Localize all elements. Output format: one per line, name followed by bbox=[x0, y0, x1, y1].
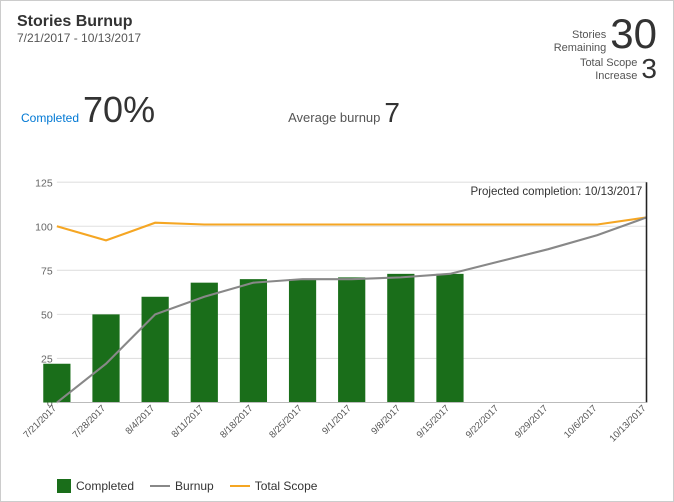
svg-text:75: 75 bbox=[41, 267, 53, 278]
chart-title: Stories Burnup bbox=[17, 13, 141, 31]
svg-text:8/4/2017: 8/4/2017 bbox=[123, 403, 157, 437]
svg-text:7/28/2017: 7/28/2017 bbox=[71, 403, 108, 440]
svg-text:9/29/2017: 9/29/2017 bbox=[513, 403, 550, 440]
svg-text:10/13/2017: 10/13/2017 bbox=[607, 403, 648, 444]
stories-remaining: StoriesRemaining 30 bbox=[554, 13, 657, 55]
svg-text:8/25/2017: 8/25/2017 bbox=[267, 403, 304, 440]
total-scope-value: 3 bbox=[641, 55, 657, 83]
legend-scope: Total Scope bbox=[230, 479, 318, 493]
legend-completed: Completed bbox=[57, 479, 134, 493]
completed-label: Completed bbox=[21, 111, 79, 125]
svg-text:9/15/2017: 9/15/2017 bbox=[415, 403, 452, 440]
svg-text:9/22/2017: 9/22/2017 bbox=[464, 403, 501, 440]
stories-remaining-label: StoriesRemaining bbox=[554, 29, 607, 55]
svg-text:125: 125 bbox=[35, 178, 53, 189]
stats-row: Completed 70% Average burnup 7 bbox=[17, 89, 657, 131]
stories-remaining-value: 30 bbox=[610, 13, 657, 55]
svg-text:7/21/2017: 7/21/2017 bbox=[22, 403, 59, 440]
total-scope-increase: Total ScopeIncrease 3 bbox=[580, 55, 657, 83]
svg-text:10/6/2017: 10/6/2017 bbox=[562, 403, 599, 440]
legend-completed-icon bbox=[57, 479, 71, 493]
stat-burnup: Average burnup 7 bbox=[288, 97, 400, 129]
legend-burnup-label: Burnup bbox=[175, 479, 214, 493]
chart-area: 0255075100125Projected completion: 10/13… bbox=[17, 139, 657, 473]
legend-scope-label: Total Scope bbox=[255, 479, 318, 493]
legend-burnup-icon bbox=[150, 485, 170, 487]
burnup-value: 7 bbox=[384, 97, 400, 129]
legend-completed-label: Completed bbox=[76, 479, 134, 493]
chart-svg: 0255075100125Projected completion: 10/13… bbox=[17, 139, 657, 473]
header-right: StoriesRemaining 30 Total ScopeIncrease … bbox=[554, 13, 657, 83]
svg-text:Projected completion: 10/13/20: Projected completion: 10/13/2017 bbox=[470, 186, 642, 198]
svg-text:9/8/2017: 9/8/2017 bbox=[369, 403, 403, 437]
total-scope-label: Total ScopeIncrease bbox=[580, 57, 637, 83]
stat-completed: Completed 70% bbox=[21, 89, 155, 131]
svg-text:8/11/2017: 8/11/2017 bbox=[169, 403, 206, 440]
completed-value: 70% bbox=[83, 89, 155, 131]
svg-text:9/1/2017: 9/1/2017 bbox=[320, 403, 354, 437]
legend-scope-icon bbox=[230, 485, 250, 487]
header: Stories Burnup 7/21/2017 - 10/13/2017 St… bbox=[17, 13, 657, 83]
legend-burnup: Burnup bbox=[150, 479, 214, 493]
svg-text:100: 100 bbox=[35, 222, 53, 233]
header-left: Stories Burnup 7/21/2017 - 10/13/2017 bbox=[17, 13, 141, 45]
burnup-label: Average burnup bbox=[288, 110, 380, 125]
chart-subtitle: 7/21/2017 - 10/13/2017 bbox=[17, 31, 141, 45]
main-container: Stories Burnup 7/21/2017 - 10/13/2017 St… bbox=[0, 0, 674, 502]
svg-text:8/18/2017: 8/18/2017 bbox=[218, 403, 255, 440]
svg-text:50: 50 bbox=[41, 311, 53, 322]
legend: Completed Burnup Total Scope bbox=[17, 479, 657, 493]
